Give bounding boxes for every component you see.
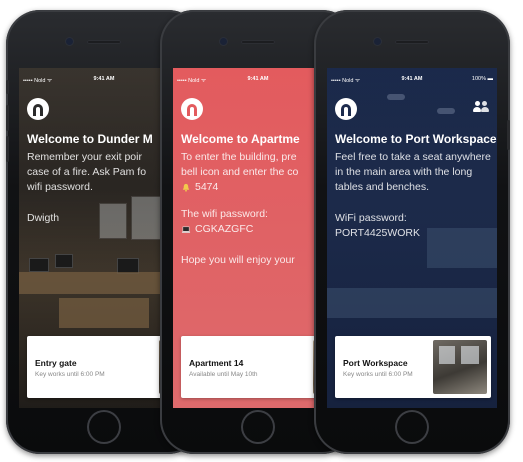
- earpiece-speaker: [241, 40, 275, 44]
- welcome-title: Welcome to Port Workspace!: [335, 132, 497, 146]
- phone-side-button: [6, 80, 9, 94]
- battery-indicator: 100% ▬: [471, 76, 493, 82]
- wifi-password: PORT4425WORK: [335, 227, 420, 239]
- key-card-subtitle: Available until May 10th: [189, 371, 258, 378]
- thumbnail-window: [439, 346, 455, 364]
- home-button[interactable]: [395, 410, 429, 444]
- key-card-title: Port Workspace: [343, 358, 408, 368]
- front-camera: [220, 38, 227, 45]
- front-camera: [66, 38, 73, 45]
- workspace-table: [327, 288, 497, 318]
- welcome-title: Welcome to Dunder M: [27, 132, 153, 146]
- people-icon-head: [475, 101, 480, 106]
- nold-logo-icon: [335, 98, 357, 120]
- status-bar: ••••• Nold ᯤ 9:41 AM 100% ▬: [331, 76, 493, 86]
- wifi-label: WiFi password:: [335, 212, 407, 224]
- phone-3: ••••• Nold ᯤ 9:41 AM 100% ▬ Welcome to P…: [314, 10, 510, 454]
- phone-power-button: [507, 120, 510, 150]
- welcome-message: Feel free to take a seat anywhere in the…: [335, 150, 497, 241]
- phone-volume-down: [6, 136, 9, 162]
- message-line: Feel free to take a seat anywhere: [335, 151, 491, 163]
- home-button[interactable]: [87, 410, 121, 444]
- door-code: 5474: [195, 181, 219, 193]
- office-monitor: [55, 254, 73, 268]
- message-line: tables and benches.: [335, 181, 429, 193]
- status-time: 9:41 AM: [401, 76, 423, 82]
- wifi-password: CGKAZGFC: [195, 223, 254, 235]
- people-icon[interactable]: [473, 101, 489, 113]
- ceiling-lamp: [437, 108, 455, 114]
- key-card-thumbnail: [433, 340, 487, 394]
- home-button[interactable]: [241, 410, 275, 444]
- key-card-title: Apartment 14: [189, 358, 244, 368]
- message-line: in the main area with the long: [335, 166, 473, 178]
- office-monitor: [29, 258, 49, 272]
- thumbnail-window: [461, 346, 479, 364]
- key-card-subtitle: Key works until 6:00 PM: [35, 371, 105, 378]
- key-card-title: Entry gate: [35, 358, 77, 368]
- bell-icon: [182, 183, 190, 192]
- laptop-icon: [181, 226, 191, 233]
- nold-logo-icon: [27, 98, 49, 120]
- people-icon-head: [482, 101, 487, 106]
- earpiece-speaker: [87, 40, 121, 44]
- ceiling-lamp: [387, 94, 405, 100]
- nold-logo-icon: [181, 98, 203, 120]
- welcome-title: Welcome to Apartme: [181, 132, 300, 146]
- people-icon-body: [473, 107, 481, 112]
- key-card-port-workspace[interactable]: Port Workspace Key works until 6:00 PM: [335, 336, 491, 398]
- earpiece-speaker: [395, 40, 429, 44]
- key-card-subtitle: Key works until 6:00 PM: [343, 371, 413, 378]
- front-camera: [374, 38, 381, 45]
- people-icon-body: [481, 107, 489, 112]
- phone-volume-up: [6, 105, 9, 131]
- office-desk: [59, 298, 149, 328]
- screen-port-workspace: ••••• Nold ᯤ 9:41 AM 100% ▬ Welcome to P…: [327, 68, 497, 408]
